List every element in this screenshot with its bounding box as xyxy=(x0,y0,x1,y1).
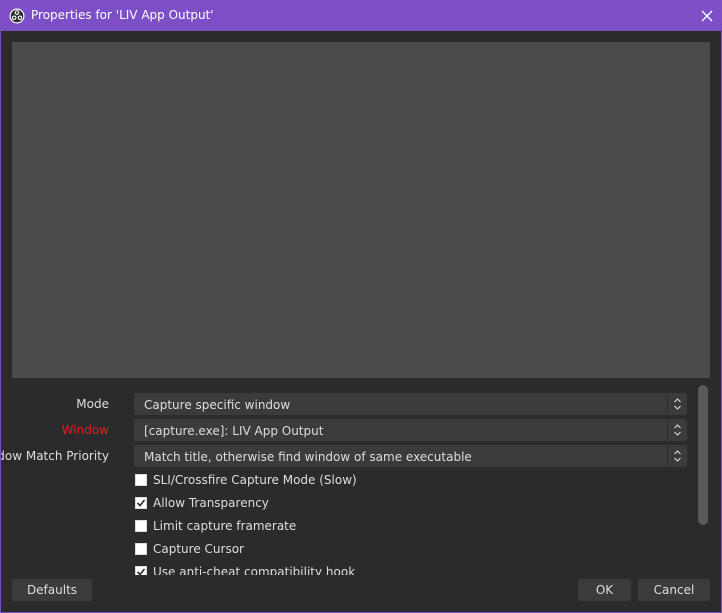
mode-label: Mode xyxy=(76,397,109,411)
anti-cheat-checkbox-row[interactable]: Use anti-cheat compatibility hook xyxy=(135,563,355,575)
limit-framerate-checkbox-row[interactable]: Limit capture framerate xyxy=(135,517,296,535)
window-label: Window xyxy=(61,423,109,437)
dialog-body: Mode Capture specific window Window [cap… xyxy=(1,31,721,612)
properties-dialog: Properties for 'LIV App Output' Mode Cap… xyxy=(0,0,722,613)
checkbox-label: Limit capture framerate xyxy=(153,519,297,533)
checkbox-label: Allow Transparency xyxy=(153,496,269,510)
checkbox-label: Capture Cursor xyxy=(153,542,244,556)
ok-button[interactable]: OK xyxy=(578,579,631,601)
title-bar[interactable]: Properties for 'LIV App Output' xyxy=(0,0,722,31)
defaults-button[interactable]: Defaults xyxy=(12,579,92,601)
window-title: Properties for 'LIV App Output' xyxy=(31,8,214,22)
mode-select[interactable]: Capture specific window xyxy=(134,393,687,415)
obs-logo-icon xyxy=(9,8,25,24)
checkmark-icon xyxy=(136,568,146,575)
window-select[interactable]: [capture.exe]: LIV App Output xyxy=(134,419,687,441)
window-value: [capture.exe]: LIV App Output xyxy=(144,424,324,438)
properties-scrollbar[interactable] xyxy=(698,385,708,525)
properties-list: Mode Capture specific window Window [cap… xyxy=(1,385,721,575)
match-priority-label: Window Match Priority xyxy=(1,449,109,463)
checkbox[interactable] xyxy=(135,543,147,555)
match-priority-row: Window Match Priority Match title, other… xyxy=(1,445,701,467)
match-priority-select[interactable]: Match title, otherwise find window of sa… xyxy=(134,445,687,467)
cancel-button[interactable]: Cancel xyxy=(638,579,710,601)
checkbox[interactable] xyxy=(135,474,147,486)
capture-cursor-checkbox-row[interactable]: Capture Cursor xyxy=(135,540,244,558)
allow-transparency-checkbox-row[interactable]: Allow Transparency xyxy=(135,494,269,512)
source-preview xyxy=(12,42,710,378)
window-row: Window [capture.exe]: LIV App Output xyxy=(1,419,701,441)
close-icon xyxy=(701,10,713,21)
mode-value: Capture specific window xyxy=(144,398,291,412)
checkbox-checked[interactable] xyxy=(135,566,147,575)
checkbox-label: SLI/Crossfire Capture Mode (Slow) xyxy=(153,473,357,487)
match-priority-value: Match title, otherwise find window of sa… xyxy=(144,450,472,464)
checkmark-icon xyxy=(136,499,146,507)
checkbox-label: Use anti-cheat compatibility hook xyxy=(153,565,356,575)
checkbox-checked[interactable] xyxy=(135,497,147,509)
combo-arrows-icon xyxy=(667,446,686,466)
combo-arrows-icon xyxy=(667,394,686,414)
sli-crossfire-checkbox-row[interactable]: SLI/Crossfire Capture Mode (Slow) xyxy=(135,471,357,489)
close-button[interactable] xyxy=(692,0,722,31)
checkbox[interactable] xyxy=(135,520,147,532)
mode-row: Mode Capture specific window xyxy=(1,393,701,415)
combo-arrows-icon xyxy=(667,420,686,440)
